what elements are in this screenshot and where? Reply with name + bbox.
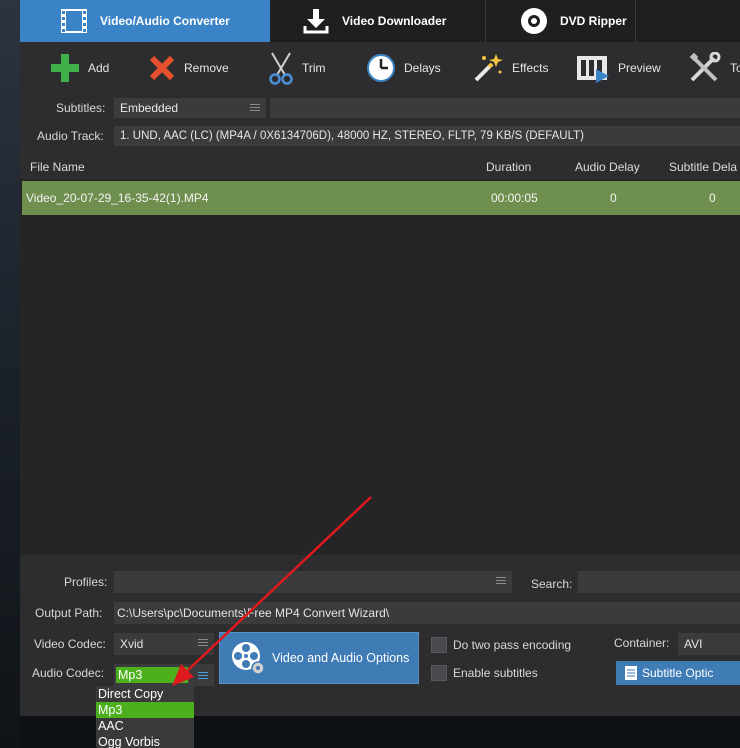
annotation-arrow bbox=[172, 496, 372, 686]
